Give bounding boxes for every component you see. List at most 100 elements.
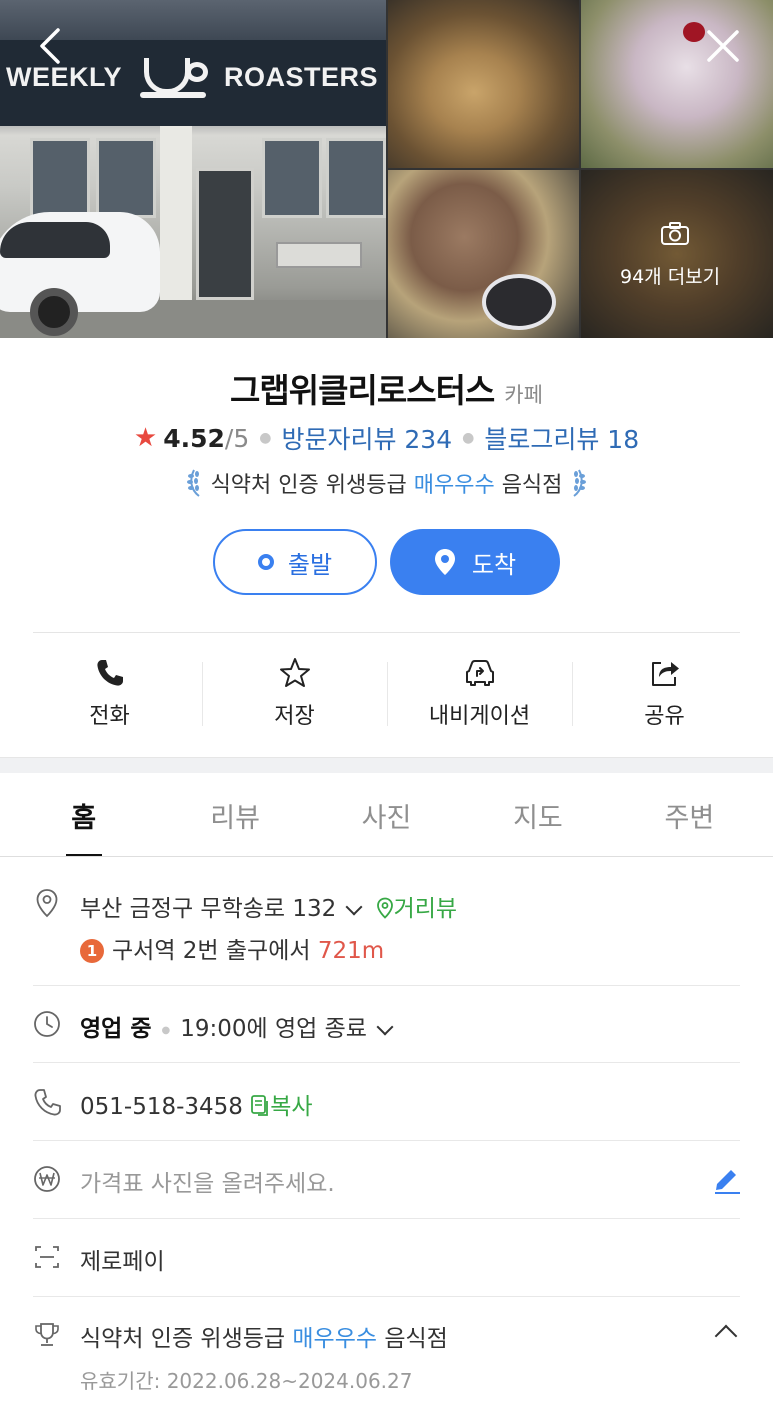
open-status: 영업 중 bbox=[80, 1016, 152, 1042]
hours-row[interactable]: 영업 중 ● 19:00에 영업 종료 bbox=[80, 1009, 399, 1043]
place-category: 카페 bbox=[504, 383, 543, 407]
tab-reviews[interactable]: 리뷰 bbox=[159, 773, 310, 857]
separator-dot: ● bbox=[259, 430, 272, 446]
location-pin-icon bbox=[36, 889, 58, 918]
save-label: 저장 bbox=[274, 704, 315, 729]
origin-dot-icon bbox=[257, 554, 274, 570]
call-action[interactable]: 전화 bbox=[17, 650, 202, 736]
sign-text-roasters: ROASTERS bbox=[224, 62, 379, 92]
rating-row: ★ 4.52 /5 ● 방문자리뷰 234 ● 블로그리뷰 18 bbox=[0, 420, 773, 456]
divider bbox=[33, 1062, 740, 1063]
rating-score: 4.52 bbox=[163, 423, 225, 453]
phone-icon bbox=[96, 660, 123, 686]
call-label: 전화 bbox=[89, 704, 130, 729]
drink-photo[interactable] bbox=[581, 0, 773, 168]
tab-divider bbox=[0, 856, 773, 857]
copy-label: 복사 bbox=[270, 1094, 313, 1120]
edit-pencil-icon[interactable] bbox=[712, 1164, 742, 1194]
clock-icon bbox=[34, 1011, 60, 1037]
stand-sign bbox=[276, 242, 362, 268]
divider bbox=[33, 632, 740, 633]
share-icon bbox=[651, 662, 679, 686]
tab-home[interactable]: 홈 bbox=[8, 773, 159, 857]
sign-text-weekly: WEEKLY bbox=[6, 62, 123, 92]
camera-icon bbox=[661, 222, 689, 245]
price-photo-prompt[interactable]: 가격표 사진을 올려주세요. bbox=[80, 1164, 335, 1198]
subway-distance: 721m bbox=[317, 938, 385, 964]
blog-reviews-link[interactable]: 블로그리뷰 18 bbox=[484, 420, 639, 456]
navigation-label: 내비게이션 bbox=[428, 704, 531, 729]
chevron-down-icon bbox=[345, 898, 363, 915]
cert-grade: 매우우수 bbox=[292, 1326, 378, 1352]
phone-number[interactable]: 051-518-3458 bbox=[80, 1094, 243, 1120]
zeropay-label: 제로페이 bbox=[80, 1249, 165, 1275]
back-button[interactable] bbox=[30, 26, 70, 66]
separator-dot: ● bbox=[161, 1025, 171, 1036]
section-divider bbox=[0, 757, 773, 773]
tab-photos[interactable]: 사진 bbox=[311, 773, 462, 857]
navigation-action[interactable]: 내비게이션 bbox=[387, 650, 572, 736]
shop-window bbox=[326, 138, 386, 218]
divider bbox=[33, 1296, 740, 1297]
certification-row[interactable]: 식약처 인증 위생등급 매우우수 음식점 bbox=[80, 1319, 448, 1353]
streetview-link[interactable]: 거리뷰 bbox=[376, 896, 457, 922]
car-wheel bbox=[30, 288, 78, 336]
photo-gallery[interactable]: WEEKLY ROASTERS 94개 더보기 bbox=[0, 0, 773, 338]
save-action[interactable]: 저장 bbox=[202, 650, 387, 736]
subway-line-badge: 1 bbox=[80, 939, 104, 963]
phone-outline-icon bbox=[34, 1089, 61, 1116]
shop-window bbox=[30, 138, 90, 218]
coffee-cup-saucer bbox=[140, 92, 206, 98]
more-photos-label: 94개 더보기 bbox=[620, 266, 721, 288]
shop-window bbox=[96, 138, 156, 218]
closing-time: 19:00에 영업 종료 bbox=[180, 1016, 367, 1042]
separator-dot: ● bbox=[462, 430, 475, 446]
subway-text: 구서역 2번 출구에서 bbox=[112, 938, 311, 964]
address-row[interactable]: 부산 금정구 무학송로 132 거리뷰 bbox=[80, 889, 457, 923]
close-icon bbox=[707, 30, 739, 62]
zeropay-icon bbox=[35, 1246, 59, 1268]
car-navigation-icon bbox=[465, 660, 494, 686]
star-outline-icon bbox=[279, 658, 310, 687]
visitor-reviews-link[interactable]: 방문자리뷰 234 bbox=[281, 420, 452, 456]
copy-icon bbox=[251, 1095, 269, 1116]
tab-map[interactable]: 지도 bbox=[462, 773, 613, 857]
place-name: 그랩위클리로스터스 bbox=[230, 371, 495, 410]
chevron-up-icon[interactable] bbox=[714, 1324, 738, 1348]
rating-max: /5 bbox=[224, 423, 250, 453]
hygiene-grade: 매우우수 bbox=[413, 473, 495, 498]
cert-valid-period: 유효기간: 2022.06.28~2024.06.27 bbox=[80, 1369, 413, 1393]
coffee-cup-handle bbox=[186, 62, 208, 82]
depart-button[interactable]: 출발 bbox=[213, 529, 377, 595]
arrive-button[interactable]: 도착 bbox=[390, 529, 560, 595]
car-window bbox=[0, 222, 110, 258]
cherry bbox=[683, 22, 705, 42]
food-photo-soba[interactable] bbox=[388, 170, 579, 338]
more-photos-tile[interactable] bbox=[581, 170, 773, 338]
streetview-pin-icon bbox=[376, 897, 393, 919]
building-pillar bbox=[160, 126, 192, 304]
tab-nearby[interactable]: 주변 bbox=[614, 773, 765, 857]
cert-suffix: 음식점 bbox=[384, 1326, 448, 1352]
divider bbox=[33, 985, 740, 986]
divider bbox=[33, 1218, 740, 1219]
place-title: 그랩위클리로스터스 카페 bbox=[0, 364, 773, 412]
address-text: 부산 금정구 무학송로 132 bbox=[80, 896, 337, 922]
tab-bar: 홈 리뷰 사진 지도 주변 bbox=[8, 773, 765, 857]
action-bar: 전화 저장 내비게이션 공유 bbox=[17, 650, 757, 736]
phone-row: 051-518-3458 복사 bbox=[80, 1087, 313, 1121]
depart-label: 출발 bbox=[287, 550, 333, 579]
won-currency-icon bbox=[34, 1166, 60, 1192]
share-label: 공유 bbox=[644, 704, 685, 729]
shop-door bbox=[196, 168, 254, 300]
star-icon: ★ bbox=[133, 423, 158, 453]
close-button[interactable] bbox=[703, 26, 743, 66]
hygiene-prefix: 식약처 인증 위생등급 bbox=[210, 473, 407, 498]
hygiene-badge[interactable]: 식약처 인증 위생등급 매우우수 음식점 bbox=[0, 467, 773, 499]
food-photo-tempura[interactable] bbox=[388, 0, 579, 168]
hygiene-suffix: 음식점 bbox=[501, 473, 563, 498]
map-pin-icon bbox=[434, 549, 455, 575]
shop-window bbox=[262, 138, 322, 218]
share-action[interactable]: 공유 bbox=[572, 650, 757, 736]
copy-button[interactable]: 복사 bbox=[250, 1094, 313, 1120]
